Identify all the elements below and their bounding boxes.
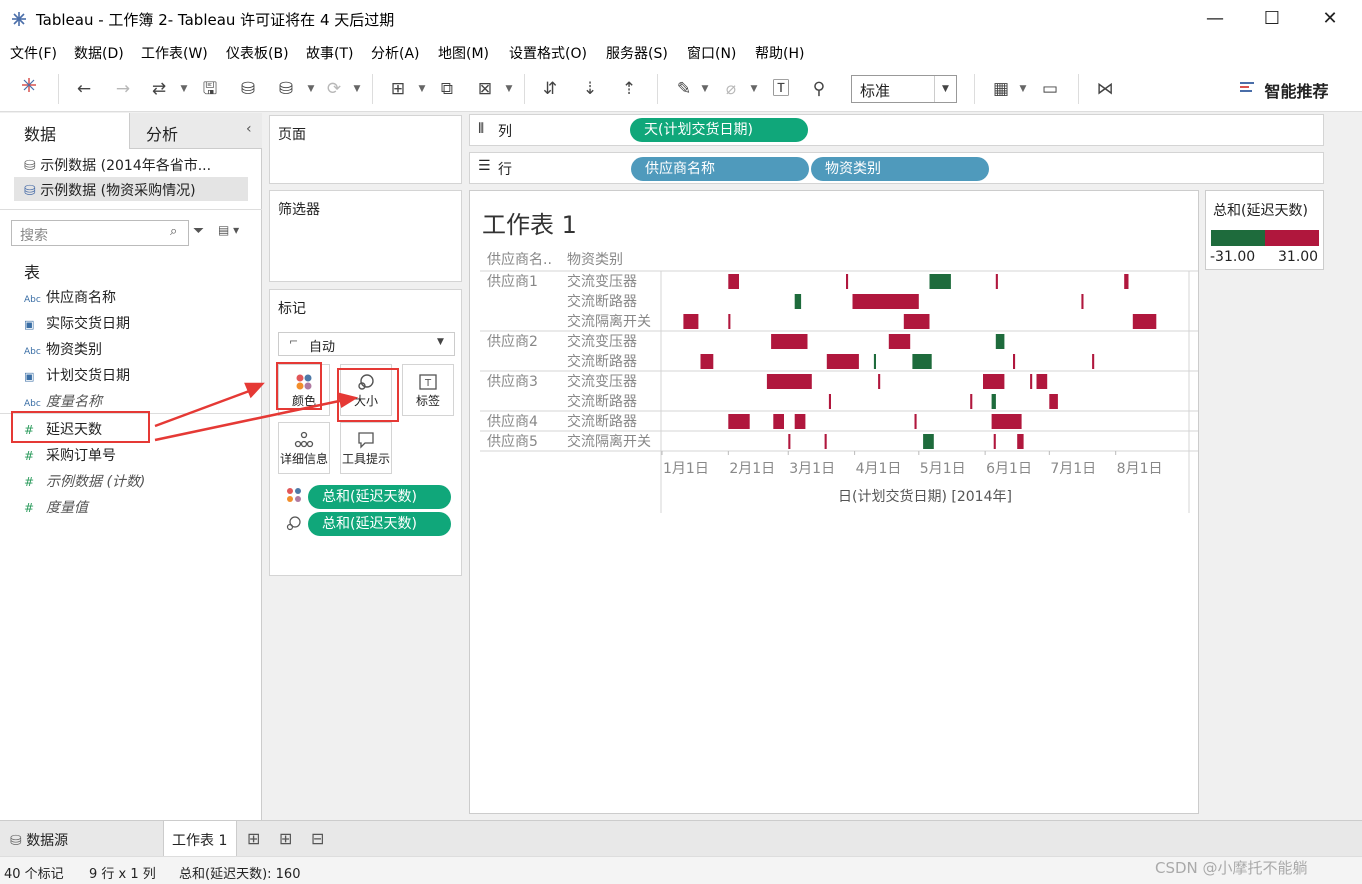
gantt-bar [888, 334, 911, 349]
status-dims: 9 行 x 1 列 [89, 867, 156, 882]
gantt-bar [1013, 354, 1016, 369]
x-tick-label: 8月1日 [1117, 461, 1163, 477]
gantt-bar [728, 414, 750, 429]
sheet-tab[interactable]: 工作表 1 [163, 821, 237, 857]
columns-label: 列 [498, 124, 512, 140]
x-tick-label: 7月1日 [1050, 461, 1096, 477]
gantt-bar [970, 394, 973, 409]
gantt-bar [1132, 314, 1157, 329]
row-category-label: 交流变压器 [567, 333, 637, 350]
row-category-label: 交流变压器 [567, 373, 637, 390]
row-category-label: 交流断路器 [567, 413, 637, 430]
row-category-label: 交流变压器 [567, 273, 637, 290]
columns-icon: ⦀ [478, 121, 485, 137]
gantt-bar [766, 374, 812, 389]
gantt-bar [995, 334, 1005, 349]
rows-icon: ☰ [478, 158, 491, 174]
watermark: CSDN @小摩托不能躺 [1155, 859, 1308, 877]
gantt-bar [929, 274, 951, 289]
gantt-bar [773, 414, 784, 429]
x-tick-label: 4月1日 [856, 461, 902, 477]
header-supplier: 供应商名.. [487, 251, 552, 268]
gantt-bar [794, 414, 806, 429]
row-supplier-label: 供应商1 [487, 273, 538, 290]
rows-shelf[interactable]: ☰ 行 供应商名称 物资类别 [469, 152, 1324, 184]
gantt-bar [914, 414, 917, 429]
gantt-chart: 供应商名.. 物资类别供应商1 交流变压器交流断路器交流隔离开关供应商2 交流变压器交… [480, 251, 1198, 513]
gantt-bar [991, 394, 996, 409]
worksheet-view: 工作表 1 供应商名.. 物资类别 供应商1 交流变压器 交流断路器 交流隔离开关 供应商2… [469, 190, 1199, 814]
gantt-bar [1081, 294, 1084, 309]
legend-pos-swatch [1265, 230, 1319, 246]
x-axis-title: 日(计划交货日期) [2014年] [838, 488, 1012, 505]
rows-label: 行 [498, 162, 512, 178]
rows-pill-category[interactable]: 物资类别 [811, 157, 989, 181]
x-tick-label: 1月1日 [663, 461, 709, 477]
gantt-bar [1030, 374, 1033, 389]
new-dashboard-icon[interactable]: ⊞ [279, 829, 292, 848]
gantt-bar [1049, 394, 1058, 409]
gantt-bar [873, 354, 876, 369]
gantt-bar [846, 274, 849, 289]
gantt-bar [700, 354, 714, 369]
gantt-bar [1036, 374, 1048, 389]
gantt-bar [912, 354, 932, 369]
sheet-tabs-bar: ⛁ 数据源 工作表 1 ⊞ ⊞ ⊟ [0, 820, 1362, 857]
status-sum: 总和(延迟天数): 160 [179, 867, 301, 882]
datasource-tab-label: 数据源 [26, 833, 69, 849]
gantt-bar [852, 294, 919, 309]
x-tick-label: 3月1日 [789, 461, 835, 477]
legend-neg-swatch [1211, 230, 1265, 246]
gantt-bar [993, 434, 996, 449]
new-worksheet-icon[interactable]: ⊞ [247, 829, 260, 848]
gantt-bar [728, 314, 731, 329]
row-category-label: 交流隔离开关 [567, 433, 651, 450]
columns-shelf[interactable]: ⦀ 列 天(计划交货日期) [469, 114, 1324, 146]
legend-min: -31.00 [1210, 249, 1256, 265]
gantt-bar [771, 334, 808, 349]
row-category-label: 交流断路器 [567, 353, 637, 370]
legend-max: 31.00 [1278, 249, 1319, 265]
gantt-bar [1017, 434, 1024, 449]
row-category-label: 交流断路器 [567, 293, 637, 310]
x-tick-label: 2月1日 [729, 461, 775, 477]
status-marks: 40 个标记 [4, 867, 64, 882]
gantt-bar [1124, 274, 1129, 289]
datasource-tab[interactable]: ⛁ 数据源 [10, 830, 68, 850]
row-supplier-label: 供应商5 [487, 433, 538, 450]
gantt-bar [903, 314, 930, 329]
gantt-bar [1092, 354, 1095, 369]
gantt-bar [878, 374, 881, 389]
gantt-bar [788, 434, 791, 449]
gantt-bar [728, 274, 739, 289]
gantt-bar [683, 314, 699, 329]
rows-pill-supplier[interactable]: 供应商名称 [631, 157, 809, 181]
gantt-bar [991, 414, 1022, 429]
header-category: 物资类别 [567, 252, 623, 268]
gantt-bar [828, 394, 831, 409]
database-icon: ⛁ [10, 833, 27, 849]
gantt-bar [995, 274, 998, 289]
gantt-bar [824, 434, 827, 449]
color-legend: 总和(延迟天数) -31.00 31.00 [1205, 190, 1324, 270]
legend-title: 总和(延迟天数) [1213, 203, 1308, 219]
new-story-icon[interactable]: ⊟ [311, 829, 324, 848]
gantt-bar [923, 434, 934, 449]
row-supplier-label: 供应商3 [487, 373, 538, 390]
row-supplier-label: 供应商4 [487, 413, 538, 430]
sheet-tab-label: 工作表 1 [172, 833, 228, 849]
status-bar: 40 个标记 9 行 x 1 列 总和(延迟天数): 160 CSDN @小摩托… [0, 856, 1362, 884]
columns-pill-planned-day[interactable]: 天(计划交货日期) [630, 118, 808, 142]
x-tick-label: 5月1日 [920, 461, 966, 477]
gantt-bar [983, 374, 1005, 389]
row-category-label: 交流断路器 [567, 393, 637, 410]
row-supplier-label: 供应商2 [487, 333, 538, 350]
gantt-bar [826, 354, 859, 369]
x-tick-label: 6月1日 [986, 461, 1032, 477]
row-category-label: 交流隔离开关 [567, 313, 651, 330]
gantt-bar [794, 294, 802, 309]
